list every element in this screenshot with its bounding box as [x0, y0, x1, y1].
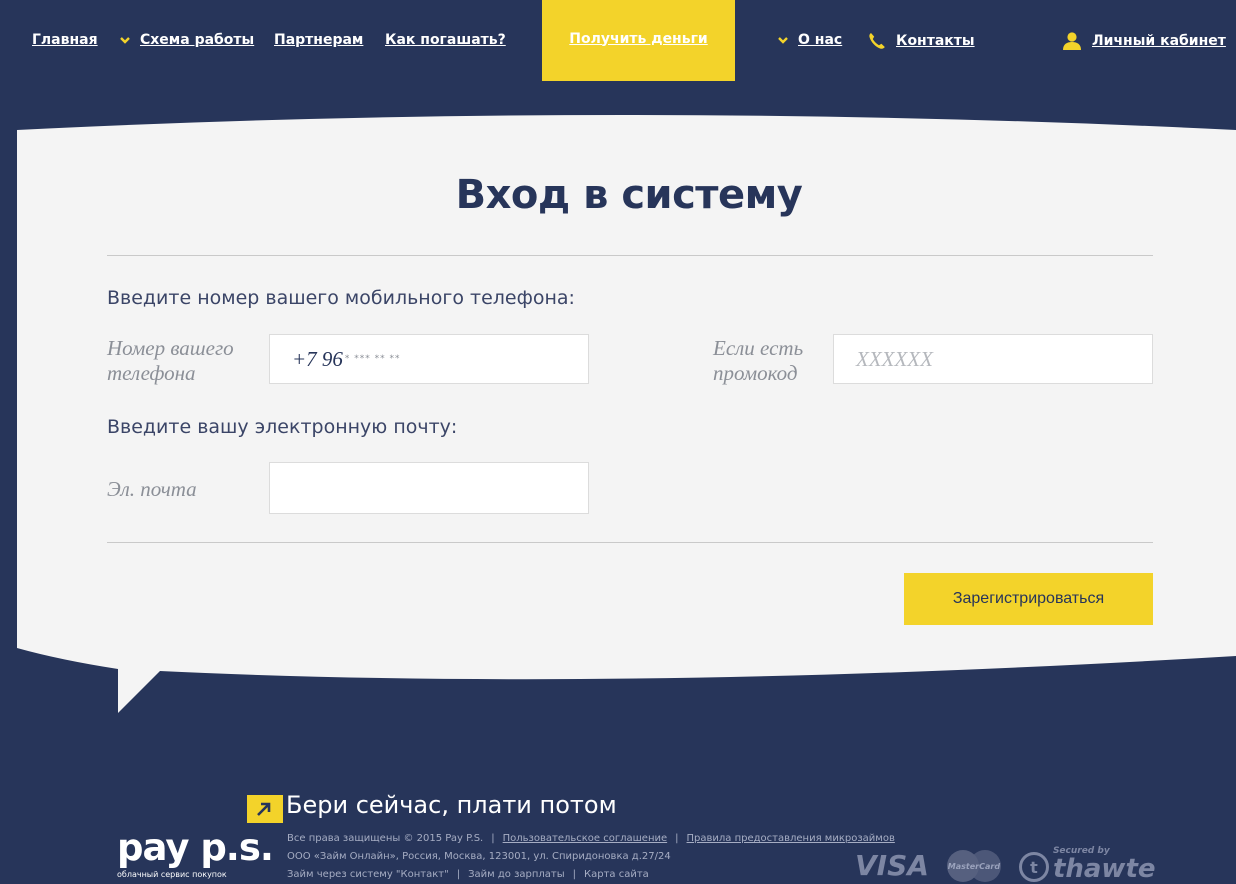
loan-rules-link[interactable]: Правила предоставления микрозаймов	[687, 833, 895, 844]
email-field-label: Эл. почта	[107, 477, 197, 501]
page-title: Вход в систему	[455, 172, 803, 218]
footer-slogan: Бери сейчас, плати потом	[286, 791, 617, 819]
footer-legal-line1: Все права защищены © 2015 Pay P.S. | Польз…	[287, 833, 895, 844]
separator: |	[572, 869, 577, 880]
divider	[107, 255, 1153, 256]
mastercard-text: MasterCard	[947, 862, 1001, 871]
phone-field-label-line1: Номер вашего	[107, 336, 234, 360]
phone-field-label-line2: телефона	[107, 361, 196, 385]
promo-input[interactable]: XXXXXX	[833, 334, 1153, 384]
promo-placeholder: XXXXXX	[856, 346, 933, 371]
thawte-logo: t Secured by thawte	[1018, 846, 1156, 882]
user-agreement-link[interactable]: Пользовательское соглашение	[503, 833, 668, 844]
register-button[interactable]: Зарегистрироваться	[904, 573, 1153, 625]
arrow-up-right-icon	[257, 802, 271, 816]
phone-prefix: +7 96	[292, 346, 343, 371]
separator: |	[491, 833, 495, 844]
footer-legal-line3: Займ через систему "Контакт" | Займ до зар…	[287, 869, 649, 880]
separator: |	[456, 869, 461, 880]
phone-mask: * *** ** **	[344, 354, 401, 364]
slogan-badge	[247, 795, 283, 823]
promo-field-label: Если есть промокод	[713, 336, 803, 386]
pay-ps-logo[interactable]: pay p.s.	[117, 826, 274, 869]
phone-field-label: Номер вашего телефона	[107, 336, 234, 386]
payment-logos: VISA MasterCard t Secured by thawte	[855, 846, 1156, 882]
promo-field-label-line1: Если есть	[713, 336, 804, 360]
email-input[interactable]	[269, 462, 589, 514]
footer-company: ООО «Займ Онлайн», Россия, Москва, 12300…	[287, 851, 671, 862]
divider	[107, 542, 1153, 543]
login-form: Вход в систему Введите номер вашего моби…	[0, 0, 1236, 625]
promo-field-label-line2: промокод	[713, 361, 798, 385]
thawte-text: Secured by thawte	[1053, 846, 1156, 882]
phone-input[interactable]: +7 96 * *** ** **	[269, 334, 589, 384]
separator: |	[675, 833, 679, 844]
visa-logo: VISA	[855, 849, 929, 882]
thawte-word: thawte	[1052, 854, 1156, 884]
copyright: Все права защищены © 2015 Pay P.S.	[287, 833, 484, 844]
email-section-label: Введите вашу электронную почту:	[107, 416, 458, 438]
salary-loan-link[interactable]: Займ до зарплаты	[468, 869, 565, 880]
phone-section-label: Введите номер вашего мобильного телефона…	[107, 287, 575, 309]
contact-loan-link[interactable]: Займ через систему "Контакт"	[287, 869, 449, 880]
sitemap-link[interactable]: Карта сайта	[584, 869, 649, 880]
mastercard-logo: MasterCard	[946, 850, 1001, 882]
